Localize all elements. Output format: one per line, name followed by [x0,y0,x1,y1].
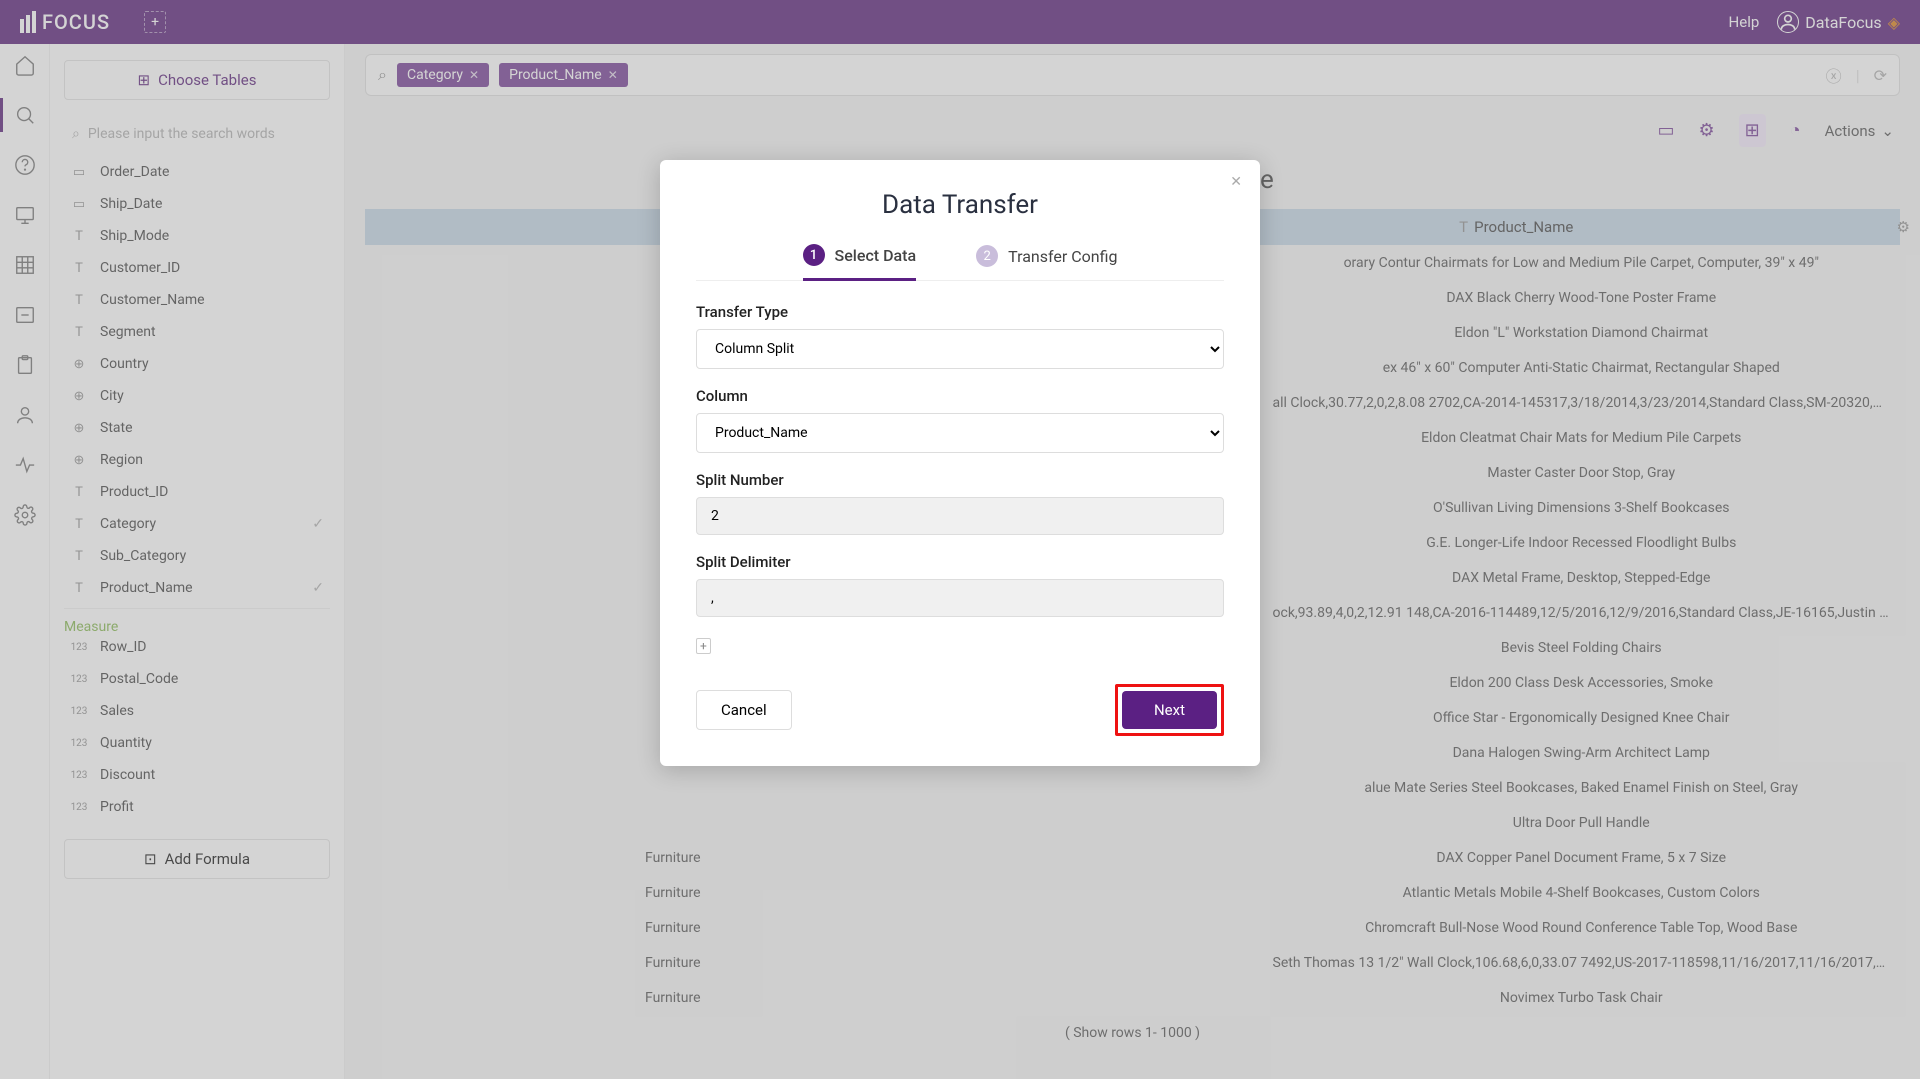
transfer-type-label: Transfer Type [696,303,1224,321]
column-label: Column [696,387,1224,405]
split-number-label: Split Number [696,471,1224,489]
split-delimiter-input[interactable] [696,579,1224,617]
cancel-button[interactable]: Cancel [696,690,792,730]
split-delimiter-label: Split Delimiter [696,553,1224,571]
next-button[interactable]: Next [1122,691,1217,729]
modal-title: Data Transfer [696,190,1224,220]
data-transfer-modal: ✕ Data Transfer 1 Select Data 2 Transfer… [660,160,1260,766]
next-button-highlight: Next [1115,684,1224,736]
step-select-data[interactable]: 1 Select Data [803,244,917,281]
transfer-type-select[interactable]: Column Split [696,329,1224,369]
hint-icon[interactable]: + [696,638,711,654]
modal-steps: 1 Select Data 2 Transfer Config [696,244,1224,281]
split-number-input[interactable] [696,497,1224,535]
column-select[interactable]: Product_Name [696,413,1224,453]
step-transfer-config[interactable]: 2 Transfer Config [976,244,1117,268]
close-icon[interactable]: ✕ [1230,174,1242,190]
